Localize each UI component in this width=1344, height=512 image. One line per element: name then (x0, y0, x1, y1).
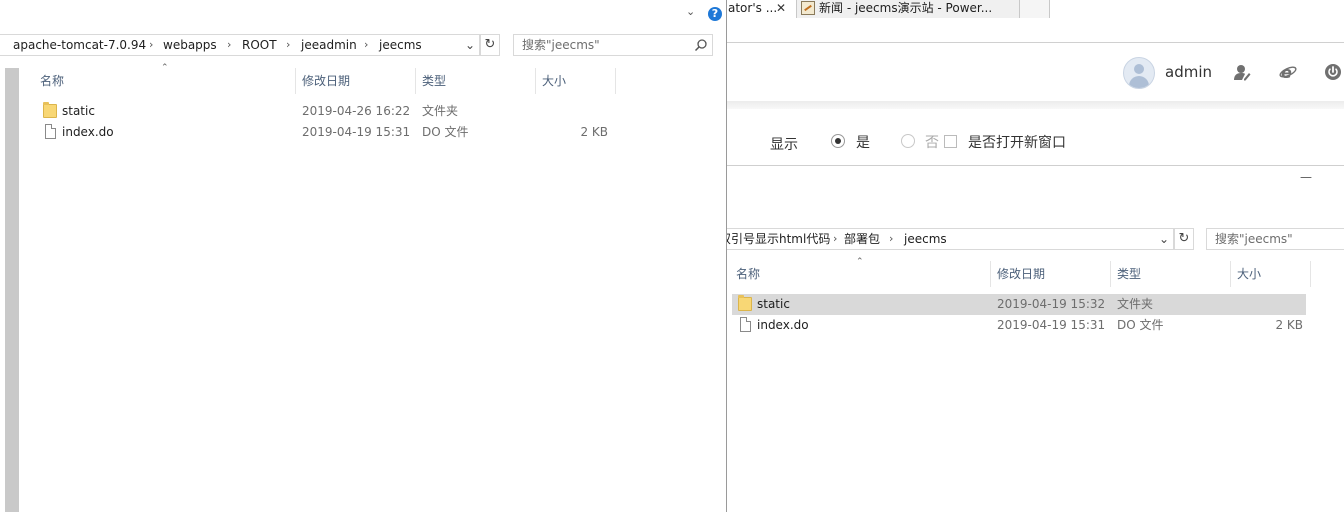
file-date: 2019-04-19 15:31 (302, 125, 411, 139)
header-divider (726, 101, 1344, 109)
column-header-date[interactable]: 修改日期 (991, 261, 1111, 287)
column-header-size[interactable]: 大小 (536, 68, 616, 94)
breadcrumb-item[interactable]: 双引号显示html代码 (726, 229, 830, 249)
browser-toolbar (726, 18, 1344, 43)
file-date: 2019-04-19 15:32 (997, 297, 1106, 311)
folder-icon (738, 295, 752, 311)
file-name: index.do (62, 125, 114, 139)
open-new-window-checkbox[interactable] (944, 135, 957, 148)
chevron-right-icon[interactable]: › (833, 229, 837, 249)
file-type: 文件夹 (422, 104, 459, 118)
file-name: static (757, 297, 790, 311)
breadcrumb-item[interactable]: apache-tomcat-7.0.94 (13, 35, 146, 55)
username[interactable]: admin (1165, 63, 1212, 81)
column-header-size[interactable]: 大小 (1231, 261, 1311, 287)
search-input[interactable]: 搜索"jeecms" (1206, 228, 1344, 250)
avatar[interactable] (1123, 57, 1155, 89)
breadcrumb-item[interactable]: jeeadmin (301, 35, 357, 55)
breadcrumb-item[interactable]: 部署包 (844, 229, 880, 249)
chevron-right-icon[interactable]: › (227, 35, 231, 55)
display-label: 显示 (770, 137, 798, 153)
file-date: 2019-04-26 16:22 (302, 104, 411, 118)
ie-icon[interactable]: e (1279, 63, 1297, 82)
help-icon[interactable]: ? (708, 7, 722, 21)
power-icon[interactable] (1324, 63, 1342, 81)
file-date: 2019-04-19 15:31 (997, 318, 1106, 332)
column-header-date[interactable]: 修改日期 (296, 68, 416, 94)
explorer-window-front: ⌄ ? apache-tomcat-7.0.94 › webapps › ROO… (0, 0, 727, 512)
file-type: DO 文件 (422, 125, 469, 139)
search-input[interactable]: 搜索"jeecms" (513, 34, 713, 56)
file-type: 文件夹 (1117, 297, 1154, 311)
chevron-right-icon[interactable]: › (286, 35, 290, 55)
explorer-window-back: — 双引号显示html代码 › 部署包 › jeecms ⌄ ↻ 搜索"jeec… (726, 165, 1344, 512)
refresh-button[interactable]: ↻ (1174, 228, 1194, 250)
file-row[interactable]: index.do 2019-04-19 15:31 DO 文件 2 KB (732, 315, 1306, 336)
chevron-down-icon[interactable]: ⌄ (1159, 229, 1169, 249)
radio-yes-label: 是 (856, 135, 870, 151)
file-icon (740, 317, 751, 332)
search-icon[interactable] (694, 38, 708, 52)
chevron-down-icon[interactable]: ⌄ (465, 35, 475, 55)
file-type: DO 文件 (1117, 318, 1164, 332)
column-header-name[interactable]: 名称 (730, 261, 991, 287)
browser-tab-strip: ator's ... ✕ 新闻 - jeecms演示站 - Power... (726, 0, 1344, 18)
refresh-button[interactable]: ↻ (480, 34, 500, 56)
expand-ribbon-chevron-icon[interactable]: ⌄ (686, 5, 695, 18)
column-header-type[interactable]: 类型 (1111, 261, 1231, 287)
radio-no[interactable] (901, 134, 915, 148)
chevron-right-icon[interactable]: › (149, 35, 153, 55)
browser-new-tab[interactable] (1020, 0, 1050, 18)
close-icon[interactable]: ✕ (776, 0, 786, 18)
file-row[interactable]: index.do 2019-04-19 15:31 DO 文件 2 KB (36, 122, 616, 143)
column-header-name[interactable]: 名称 (34, 68, 296, 94)
open-new-window-label: 是否打开新窗口 (968, 135, 1066, 151)
favicon-icon (801, 1, 815, 15)
browser-tab-news[interactable]: 新闻 - jeecms演示站 - Power... (796, 0, 1020, 18)
file-row[interactable]: static 2019-04-19 15:32 文件夹 (732, 294, 1306, 315)
search-placeholder: 搜索"jeecms" (1215, 232, 1293, 246)
folder-icon (43, 102, 57, 118)
minimize-button[interactable]: — (1300, 170, 1312, 184)
tab-label: ator's ... (728, 1, 778, 15)
file-row[interactable]: static 2019-04-26 16:22 文件夹 (36, 101, 616, 122)
user-edit-icon[interactable] (1233, 63, 1251, 81)
file-name: index.do (757, 318, 809, 332)
file-name: static (62, 104, 95, 118)
app-header (726, 43, 1344, 101)
column-header-type[interactable]: 类型 (416, 68, 536, 94)
breadcrumb-item[interactable]: ROOT (242, 35, 277, 55)
breadcrumb-item[interactable]: webapps (163, 35, 217, 55)
tab-label: 新闻 - jeecms演示站 - Power... (819, 1, 993, 15)
radio-no-label: 否 (925, 135, 939, 151)
breadcrumb-item[interactable]: jeecms (379, 35, 422, 55)
file-size: 2 KB (580, 125, 608, 139)
file-icon (45, 124, 56, 139)
breadcrumb-item[interactable]: jeecms (904, 229, 947, 249)
file-size: 2 KB (1275, 318, 1303, 332)
radio-yes[interactable] (831, 134, 845, 148)
breadcrumb[interactable]: apache-tomcat-7.0.94 › webapps › ROOT › … (0, 34, 480, 56)
navigation-pane-scrollbar[interactable] (5, 68, 19, 512)
chevron-right-icon[interactable]: › (364, 35, 368, 55)
chevron-right-icon[interactable]: › (889, 229, 893, 249)
breadcrumb[interactable]: 双引号显示html代码 › 部署包 › jeecms ⌄ (726, 228, 1174, 250)
search-placeholder: 搜索"jeecms" (522, 38, 600, 52)
